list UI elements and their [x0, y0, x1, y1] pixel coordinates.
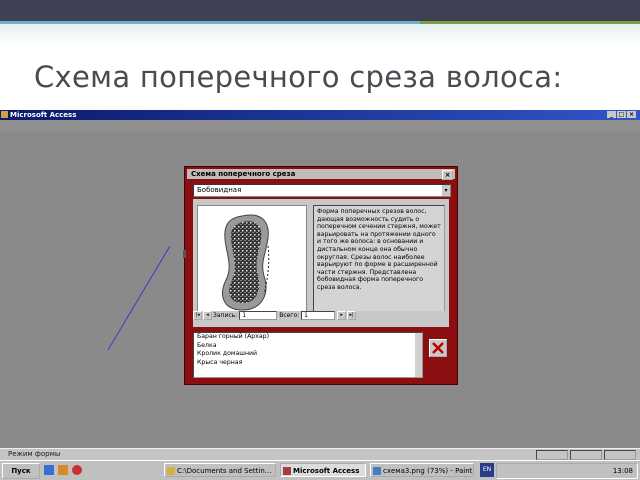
status-text: Режим формы [8, 450, 61, 458]
task-label: схема3.png (73%) - Paint... [383, 467, 474, 475]
task-explorer[interactable]: C:\Documents and Settin... [164, 463, 276, 477]
slide-header-band [0, 0, 640, 21]
pointer-arrow [107, 245, 171, 351]
language-indicator[interactable]: EN [480, 463, 494, 477]
access-screenshot: Microsoft Access _ □ × Схема поперечного… [0, 110, 640, 480]
tray-clock: 13:08 [612, 467, 633, 475]
slide-title: Схема поперечного среза волоса: [34, 60, 563, 94]
start-button[interactable]: Пуск [2, 463, 40, 479]
start-label: Пуск [11, 467, 31, 475]
task-label: Microsoft Access [293, 467, 360, 475]
status-bar: Режим формы [0, 448, 640, 460]
task-label: C:\Documents and Settin... [177, 467, 272, 475]
task-paint[interactable]: схема3.png (73%) - Paint... [370, 463, 474, 477]
task-access[interactable]: Microsoft Access [280, 463, 366, 477]
slide-header-light [0, 24, 640, 44]
windows-taskbar: Пуск C:\Documents and Settin... Microsof… [0, 460, 640, 480]
system-tray: 13:08 [496, 463, 638, 479]
desktop-icon[interactable] [44, 465, 54, 475]
explorer-icon[interactable] [58, 465, 68, 475]
form-edge-marker [183, 250, 186, 258]
opera-icon[interactable] [72, 465, 82, 475]
